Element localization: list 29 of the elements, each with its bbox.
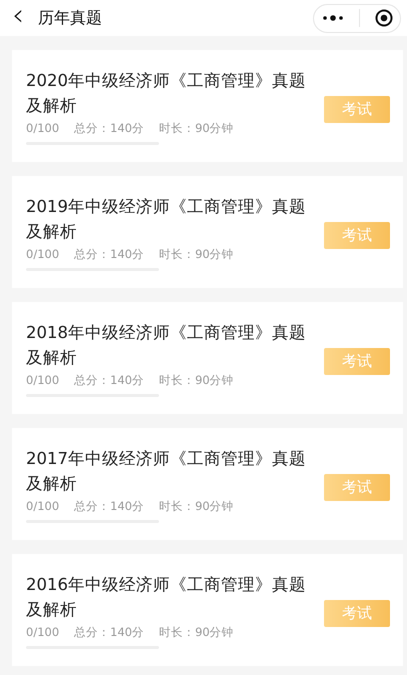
exam-duration: 时长：90分钟	[159, 372, 234, 388]
exam-duration: 时长：90分钟	[159, 498, 234, 514]
exam-button[interactable]: 考试	[324, 96, 390, 122]
total-score: 总分：140分	[74, 624, 144, 640]
exam-title: 2019年中级经济师《工商管理》真题及解析	[26, 196, 307, 242]
progress-count: 0/100	[26, 372, 60, 388]
back-button[interactable]: ‹	[0, 1, 24, 35]
exam-title: 2016年中级经济师《工商管理》真题及解析	[26, 574, 307, 620]
page-title: 历年真题	[38, 8, 102, 28]
exam-title: 2017年中级经济师《工商管理》真题及解析	[26, 448, 307, 494]
progress-count: 0/100	[26, 498, 60, 514]
close-icon[interactable]	[374, 9, 392, 27]
total-score: 总分：140分	[74, 120, 144, 136]
progress-count: 0/100	[26, 246, 60, 262]
exam-duration: 时长：90分钟	[159, 246, 234, 262]
progress-count: 0/100	[26, 120, 60, 136]
exam-button[interactable]: 考试	[324, 600, 390, 626]
total-score: 总分：140分	[74, 372, 144, 388]
exam-button[interactable]: 考试	[324, 348, 390, 374]
exam-duration: 时长：90分钟	[159, 624, 234, 640]
exam-title: 2018年中级经济师《工商管理》真题及解析	[26, 322, 307, 368]
progress-count: 0/100	[26, 624, 60, 640]
total-score: 总分：140分	[74, 498, 144, 514]
total-score: 总分：140分	[74, 246, 144, 262]
exam-button[interactable]: 考试	[324, 474, 390, 500]
exam-button[interactable]: 考试	[324, 222, 390, 248]
exam-title: 2020年中级经济师《工商管理》真题及解析	[26, 70, 307, 116]
exam-duration: 时长：90分钟	[159, 120, 234, 136]
more-icon[interactable]	[322, 15, 344, 21]
